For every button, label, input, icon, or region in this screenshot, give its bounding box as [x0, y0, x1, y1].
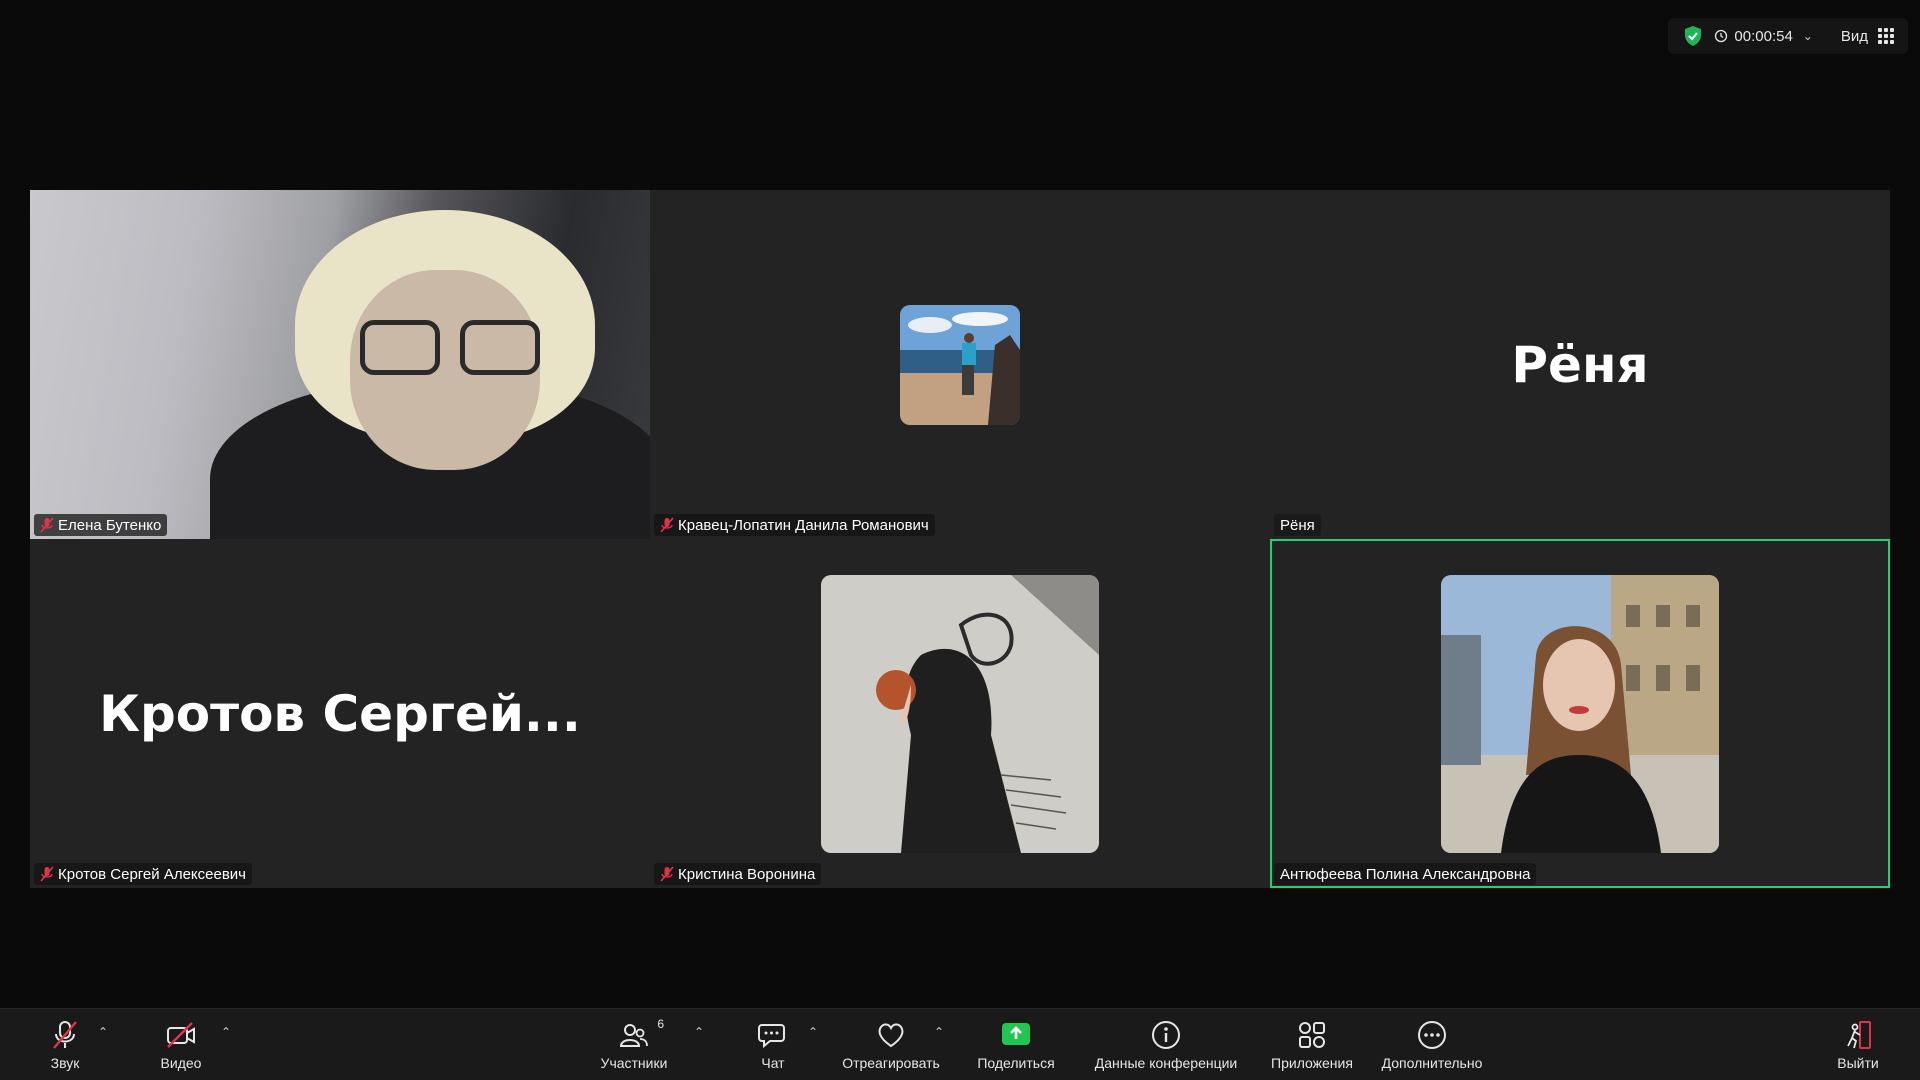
mic-muted-icon: [40, 866, 54, 882]
share-screen-button[interactable]: Поделиться: [970, 1009, 1062, 1080]
top-status-bar: 00:00:54 ⌄ Вид: [1668, 18, 1908, 54]
clock-icon: [1715, 29, 1728, 43]
mic-muted-icon: [660, 866, 674, 882]
more-icon: [1418, 1021, 1446, 1049]
chevron-down-icon: ⌄: [1802, 29, 1813, 43]
participants-button[interactable]: 6 Участники: [594, 1009, 674, 1080]
apps-button[interactable]: Приложения: [1264, 1009, 1360, 1080]
react-options-caret[interactable]: ⌃: [934, 1025, 944, 1039]
participant-tile-6[interactable]: Антюфеева Полина Александровна: [1270, 539, 1890, 888]
mic-muted-icon: [53, 1021, 77, 1049]
view-label: Вид: [1840, 27, 1868, 45]
video-grid: Елена Бутенко Кравец-Лопатин Данила Рома…: [30, 190, 1890, 888]
meeting-window: 00:00:54 ⌄ Вид Елена Бутенко Кравец-Лопа…: [0, 0, 1920, 1080]
audio-button[interactable]: Звук: [40, 1009, 90, 1080]
encryption-shield-icon[interactable]: [1682, 24, 1704, 48]
meeting-toolbar: Звук ⌃ Видео ⌃ 6 Участники ⌃ Чат ⌃ Отреа…: [0, 1008, 1920, 1080]
participant-name-tag: Антюфеева Полина Александровна: [1274, 863, 1537, 885]
participant-avatar: [900, 304, 1020, 425]
participant-video: [30, 190, 650, 539]
meeting-timer[interactable]: 00:00:54 ⌄: [1714, 27, 1813, 45]
timer-text: 00:00:54: [1734, 27, 1793, 45]
leave-icon: [1847, 1021, 1871, 1049]
participant-tile-2[interactable]: Кравец-Лопатин Данила Романович: [650, 190, 1270, 539]
participant-tile-3[interactable]: Рёня Рёня: [1270, 190, 1890, 539]
participant-name-tag: Елена Бутенко: [34, 514, 168, 536]
mic-muted-icon: [660, 517, 674, 533]
info-icon: [1152, 1021, 1180, 1049]
participant-tile-1[interactable]: Елена Бутенко: [30, 190, 650, 539]
react-button[interactable]: Отреагировать: [836, 1009, 946, 1080]
view-button[interactable]: Вид: [1841, 28, 1894, 45]
video-button[interactable]: Видео: [156, 1009, 206, 1080]
meeting-info-button[interactable]: Данные конференции: [1086, 1009, 1246, 1080]
camera-off-icon: [167, 1022, 195, 1048]
chat-options-caret[interactable]: ⌃: [808, 1025, 818, 1039]
audio-options-caret[interactable]: ⌃: [98, 1025, 108, 1039]
more-button[interactable]: Дополнительно: [1376, 1009, 1488, 1080]
video-options-caret[interactable]: ⌃: [221, 1025, 231, 1039]
participants-options-caret[interactable]: ⌃: [694, 1025, 704, 1039]
grid-view-icon: [1878, 28, 1894, 44]
apps-icon: [1299, 1022, 1325, 1048]
participant-avatar: [821, 574, 1099, 853]
heart-icon: [878, 1023, 904, 1048]
chat-button[interactable]: Чат: [748, 1009, 798, 1080]
participant-tile-5[interactable]: Кристина Воронина: [650, 539, 1270, 888]
participant-tile-4[interactable]: Кротов Сергей... Кротов Сергей Алексееви…: [30, 539, 650, 888]
participant-name-tag: Кристина Воронина: [654, 863, 822, 885]
leave-button[interactable]: Выйти: [1832, 1009, 1884, 1080]
participant-avatar: [1441, 574, 1719, 853]
share-screen-icon: [1002, 1023, 1030, 1045]
participant-big-name: Рёня: [1511, 335, 1649, 394]
participant-name-tag: Кравец-Лопатин Данила Романович: [654, 514, 935, 536]
chat-icon: [758, 1024, 785, 1049]
participants-icon: 6: [618, 1017, 664, 1051]
participant-name-tag: Рёня: [1274, 514, 1321, 536]
participant-big-name: Кротов Сергей...: [99, 684, 581, 743]
participants-count: 6: [657, 1017, 664, 1031]
participant-name-tag: Кротов Сергей Алексеевич: [34, 863, 252, 885]
mic-muted-icon: [40, 517, 54, 533]
